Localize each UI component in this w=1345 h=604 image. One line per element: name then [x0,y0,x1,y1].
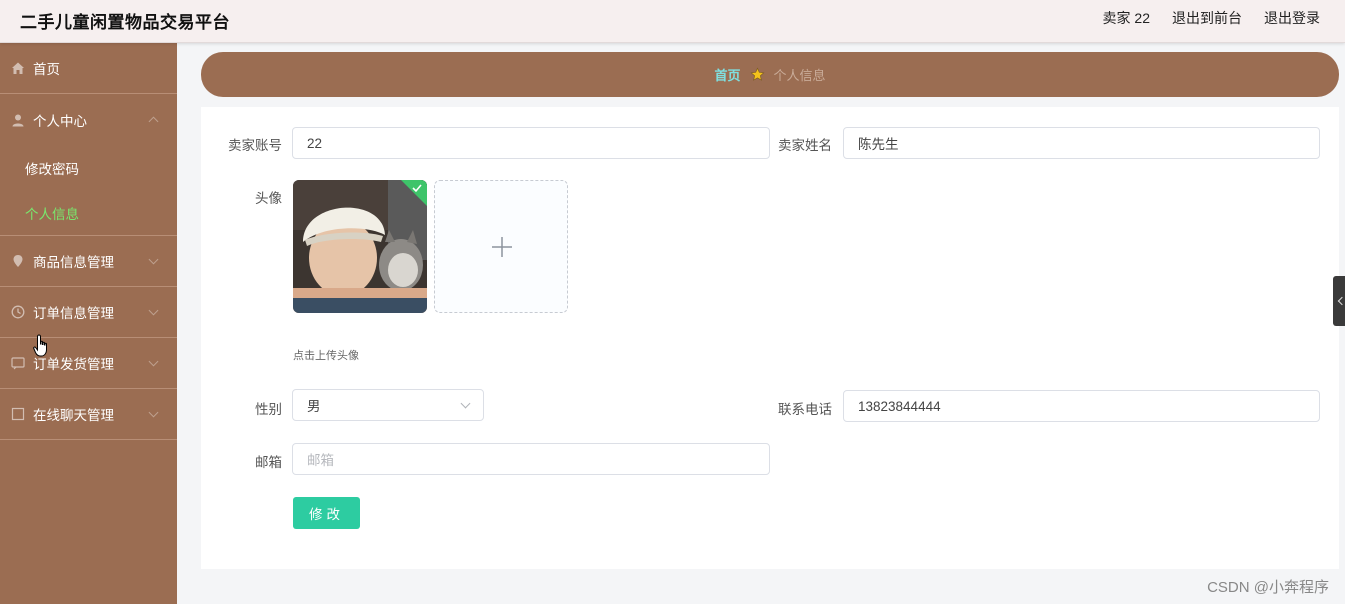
breadcrumb: 首页 个人信息 [201,52,1339,97]
clock-icon [11,305,25,319]
sidebar-item-chat-management[interactable]: 在线聊天管理 [0,389,177,440]
watermark: CSDN @小奔程序 [1207,579,1329,596]
gender-select[interactable]: 男 [292,389,484,421]
breadcrumb-current: 个人信息 [773,68,826,83]
user-icon [11,113,25,127]
chevron-down-icon [148,356,159,367]
phone-label: 联系电话 [778,402,832,417]
home-icon [11,61,25,75]
sidebar: 首页 个人中心 修改密码 个人信息 商品信息管理 订单信息管理 订单发货管理 在… [0,43,177,604]
sidebar-item-label: 首页 [33,62,60,77]
name-label: 卖家姓名 [778,138,832,153]
header-actions: 卖家 22 退出到前台 退出登录 [1103,8,1320,28]
location-icon [11,254,25,268]
avatar-label: 头像 [255,191,282,206]
sidebar-item-personal-center[interactable]: 个人中心 [0,94,177,145]
sidebar-subitem-change-password[interactable]: 修改密码 [0,145,177,190]
account-input[interactable]: 22 [292,127,770,159]
sidebar-item-home[interactable]: 首页 [0,43,177,94]
sidebar-item-order-management[interactable]: 订单信息管理 [0,287,177,338]
chevron-down-icon [460,398,471,409]
hand-cursor-icon [33,334,47,357]
sidebar-item-label: 订单信息管理 [33,306,114,321]
avatar-image[interactable] [293,180,427,313]
sidebar-item-label: 在线聊天管理 [33,408,114,423]
current-user: 卖家 22 [1102,10,1150,26]
chevron-up-icon [148,116,159,127]
chevron-down-icon [148,305,159,316]
personal-info-form: 卖家账号 22 卖家姓名 陈先生 头像 点击上传头像 性别 男 联系电话 138… [201,107,1339,569]
chat-icon [11,407,25,421]
name-input[interactable]: 陈先生 [843,127,1320,159]
plus-icon [492,237,512,257]
sidebar-group-personal: 个人中心 修改密码 个人信息 [0,94,177,236]
avatar-upload-button[interactable] [434,180,568,313]
gender-label: 性别 [255,402,282,417]
sidebar-item-product-management[interactable]: 商品信息管理 [0,236,177,287]
message-icon [11,356,25,370]
chevron-down-icon [148,407,159,418]
email-label: 邮箱 [255,455,282,470]
front-link[interactable]: 退出到前台 [1172,8,1242,28]
sidebar-item-label: 个人中心 [33,113,87,129]
submit-button[interactable]: 修改 [293,497,360,529]
app-title: 二手儿童闲置物品交易平台 [20,13,230,32]
logout-link[interactable]: 退出登录 [1264,8,1320,28]
sidebar-subitem-personal-info[interactable]: 个人信息 [0,190,177,235]
top-header: 二手儿童闲置物品交易平台 卖家 22 退出到前台 退出登录 [0,0,1345,43]
breadcrumb-home-link[interactable]: 首页 [714,65,740,84]
collapse-handle[interactable] [1333,276,1345,326]
account-label: 卖家账号 [228,138,282,153]
upload-hint: 点击上传头像 [293,350,359,362]
chevron-down-icon [148,254,159,265]
sidebar-item-shipping-management[interactable]: 订单发货管理 [0,338,177,389]
star-icon [749,67,765,81]
email-input[interactable]: 邮箱 [292,443,770,475]
gender-value: 男 [307,399,321,414]
phone-input[interactable]: 13823844444 [843,390,1320,422]
sidebar-item-label: 商品信息管理 [33,255,114,270]
